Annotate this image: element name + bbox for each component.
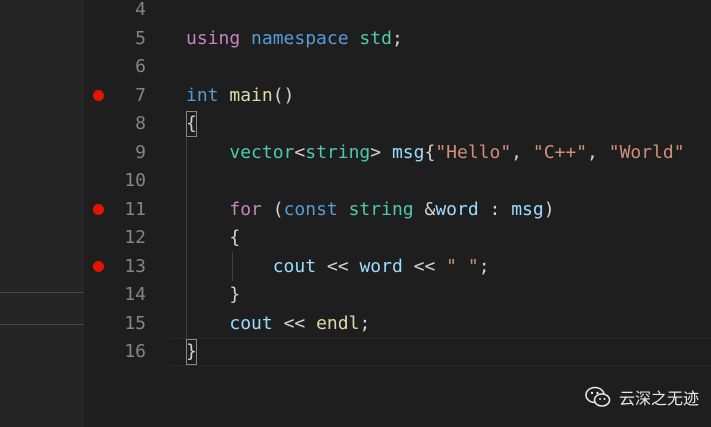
line-number: 8	[135, 113, 146, 134]
operator-token: <<	[413, 256, 436, 277]
type-token: string	[348, 199, 414, 220]
variable-token: msg	[511, 199, 544, 220]
panel-divider	[0, 324, 84, 325]
code-line-11[interactable]: for (const string &word : msg)	[186, 196, 555, 224]
namespace-token: std	[359, 28, 392, 49]
line-number: 5	[135, 28, 146, 49]
brace-token: }	[186, 341, 197, 362]
wechat-icon	[585, 386, 611, 408]
line-number: 7	[135, 85, 146, 106]
punctuation-token: ,	[587, 142, 609, 163]
line-number: 9	[135, 142, 146, 163]
punctuation-token: ()	[272, 85, 295, 106]
code-line-13[interactable]: cout << word << " ";	[186, 253, 490, 281]
side-panel	[0, 0, 84, 427]
watermark-text: 云深之无迹	[618, 389, 699, 408]
punctuation-token: )	[543, 199, 555, 220]
string-token: "C++"	[532, 142, 588, 163]
code-line-14[interactable]: }	[186, 281, 240, 309]
line-number: 11	[124, 199, 146, 220]
string-token: "World"	[608, 142, 685, 163]
type-token: int	[186, 85, 219, 106]
string-token: " "	[446, 256, 479, 277]
punctuation-token: ;	[359, 313, 371, 334]
function-token: endl	[316, 313, 360, 334]
code-line-7[interactable]: int main()	[186, 82, 294, 110]
operator-token: <<	[326, 256, 349, 277]
type-token: string	[305, 142, 371, 163]
code-line-9[interactable]: vector<string> msg{"Hello", "C++", "Worl…	[186, 139, 685, 167]
line-number: 15	[124, 313, 146, 334]
keyword-token: using	[186, 28, 241, 49]
brace-token: {	[424, 142, 436, 163]
punctuation-token: (	[272, 199, 284, 220]
brace-token: {	[186, 113, 197, 134]
punctuation-token: ;	[478, 256, 490, 277]
code-editor-window: 4 5 6 7 8 9 10 11 12 13 14 15 16 using n…	[0, 0, 711, 427]
type-token: vector	[229, 142, 295, 163]
punctuation-token: :	[478, 199, 512, 220]
variable-token: cout	[229, 313, 273, 334]
function-token: main	[229, 85, 273, 106]
line-number: 4	[135, 0, 146, 20]
variable-token: cout	[272, 256, 317, 277]
keyword-token: namespace	[251, 28, 349, 49]
line-number: 16	[124, 341, 146, 362]
string-token: "Hello"	[435, 142, 512, 163]
variable-token: word	[435, 199, 479, 220]
code-line-5[interactable]: using namespace std;	[186, 25, 403, 53]
line-number: 14	[124, 284, 146, 305]
punctuation-token: &	[424, 199, 436, 220]
punctuation-token: >	[370, 142, 382, 163]
watermark: 云深之无迹	[585, 385, 699, 409]
code-line-12[interactable]: {	[186, 224, 240, 252]
current-line-highlight	[170, 338, 711, 366]
punctuation-token: ;	[391, 28, 403, 49]
keyword-token: const	[283, 199, 338, 220]
line-number: 10	[124, 170, 146, 191]
line-number: 6	[135, 56, 146, 77]
code-area[interactable]: using namespace std; int main() { vector…	[170, 0, 711, 427]
code-line-15[interactable]: cout << endl;	[186, 310, 370, 338]
line-number: 12	[124, 227, 146, 248]
operator-token: <<	[283, 313, 306, 334]
panel-divider	[0, 292, 84, 293]
line-number-gutter[interactable]: 4 5 6 7 8 9 10 11 12 13 14 15 16	[84, 0, 170, 427]
brace-token: }	[229, 284, 241, 305]
variable-token: msg	[391, 142, 425, 163]
brace-token: {	[229, 227, 241, 248]
punctuation-token: ,	[511, 142, 533, 163]
code-line-16[interactable]: }	[186, 338, 197, 366]
punctuation-token: <	[294, 142, 306, 163]
code-line-8[interactable]: {	[186, 110, 197, 138]
line-number: 13	[124, 256, 146, 277]
keyword-token: for	[229, 199, 262, 220]
variable-token: word	[359, 256, 403, 277]
